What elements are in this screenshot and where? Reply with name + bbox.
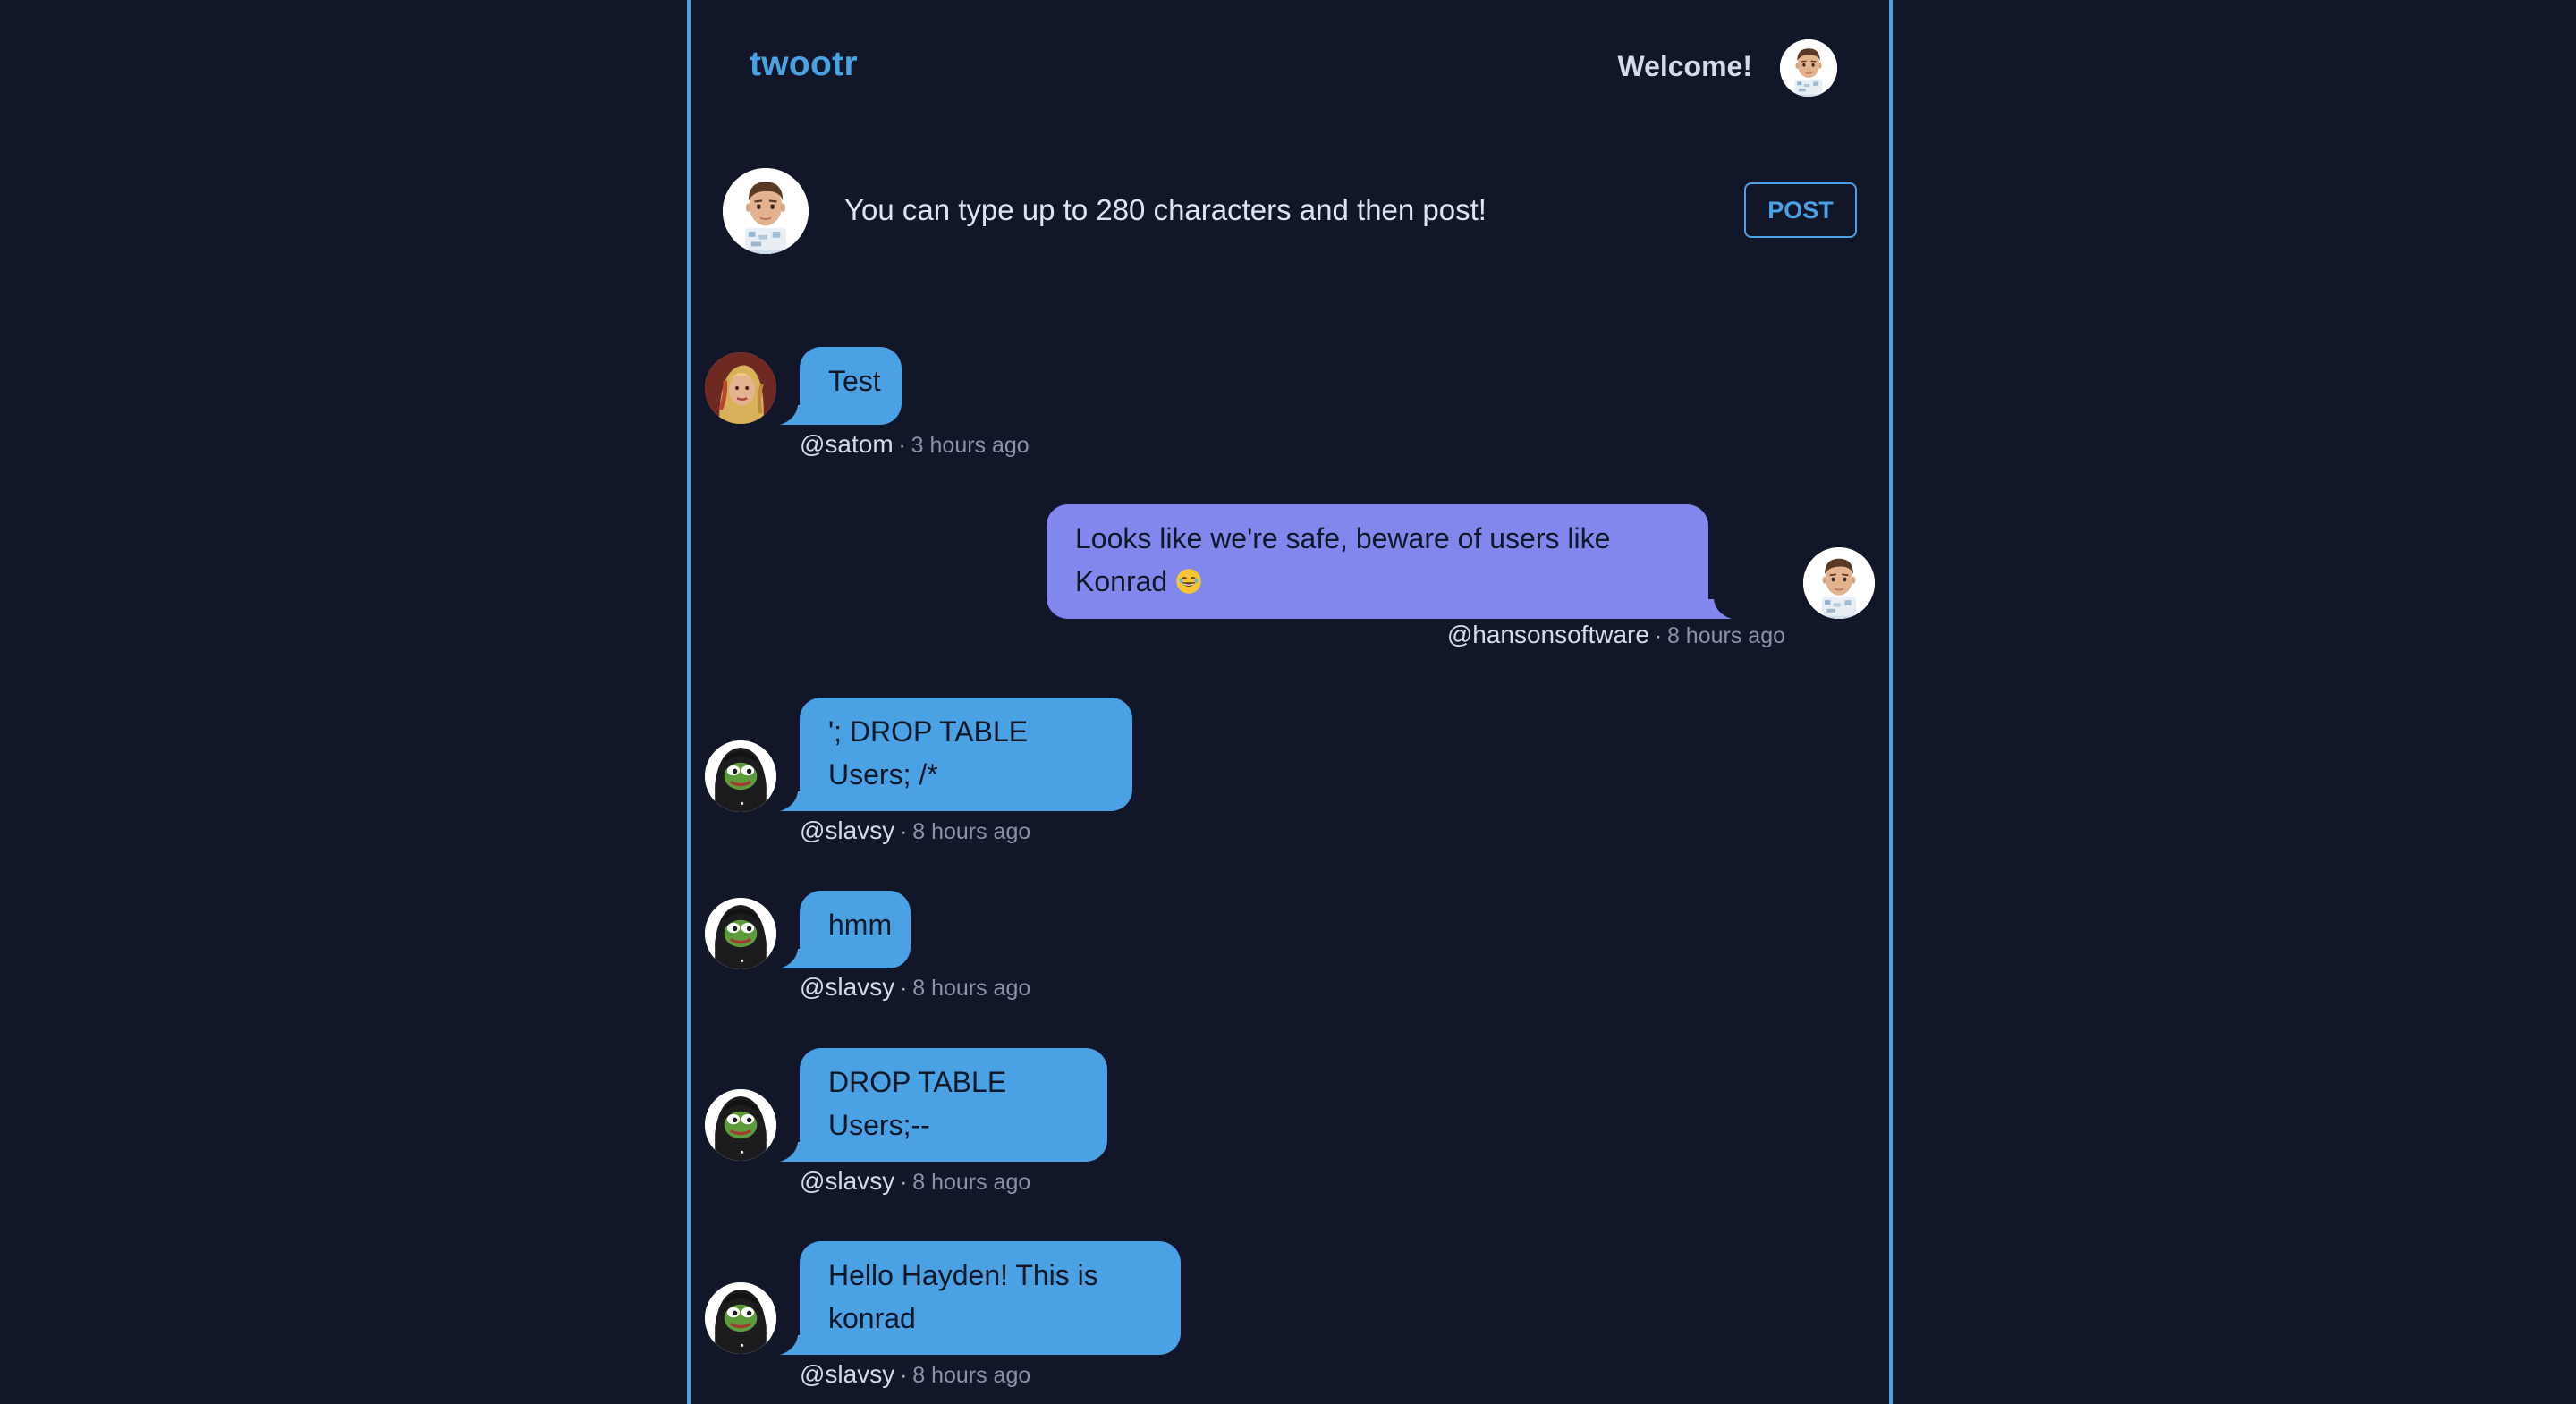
pepe-avatar-icon (705, 740, 776, 812)
author-avatar[interactable] (705, 740, 776, 812)
meta-separator: · (900, 1364, 908, 1388)
app-logo[interactable]: twootr (750, 45, 858, 84)
twoot-bubble[interactable]: Test (800, 347, 902, 425)
laughing-emoji-icon (1175, 568, 1202, 595)
meta-separator: · (900, 977, 908, 1001)
twoot-bubble[interactable]: hmm (800, 891, 911, 968)
memoji-avatar-icon (723, 168, 809, 254)
author-avatar[interactable] (1803, 547, 1875, 619)
twoot-meta: @hansonsoftware · 8 hours ago (1447, 621, 1785, 649)
author-avatar[interactable] (705, 1089, 776, 1161)
twoot-text: DROP TABLE Users;-- (828, 1066, 1007, 1141)
meta-separator: · (900, 820, 908, 844)
memoji-avatar-icon (1803, 547, 1875, 619)
twoot-bubble-own[interactable]: Looks like we're safe, beware of users l… (1046, 504, 1708, 619)
composer-avatar (723, 168, 809, 254)
meta-separator: · (898, 434, 906, 458)
twoot-meta: @satom · 3 hours ago (800, 430, 1030, 459)
twoot-text: hmm (828, 909, 893, 941)
twoot-author[interactable]: @slavsy (800, 816, 894, 844)
twoot-time: 8 hours ago (912, 976, 1031, 1001)
twoot-bubble[interactable]: DROP TABLE Users;-- (800, 1048, 1107, 1162)
pepe-avatar-icon (705, 1282, 776, 1354)
twoot-time: 8 hours ago (912, 1170, 1031, 1195)
welcome-label: Welcome! (1617, 50, 1752, 82)
twoot-meta: @slavsy · 8 hours ago (800, 973, 1030, 1002)
author-avatar[interactable] (705, 898, 776, 969)
twoot-text: Looks like we're safe, beware of users l… (1075, 522, 1611, 597)
twoot-author[interactable]: @slavsy (800, 1167, 894, 1195)
twoot-meta: @slavsy · 8 hours ago (800, 1167, 1030, 1196)
top-bar: twootr Welcome! (691, 0, 1889, 136)
twoot-time: 8 hours ago (1666, 623, 1785, 648)
twoot-text: Hello Hayden! This is konrad (828, 1259, 1098, 1334)
pepe-avatar-icon (705, 898, 776, 969)
compose-input[interactable]: You can type up to 280 characters and th… (844, 193, 1487, 227)
twoot-meta: @slavsy · 8 hours ago (800, 1360, 1030, 1389)
twoot-time: 8 hours ago (912, 1363, 1031, 1388)
twoot-author[interactable]: @hansonsoftware (1447, 621, 1649, 648)
twoot-bubble[interactable]: Hello Hayden! This is konrad (800, 1241, 1181, 1355)
twoot-meta: @slavsy · 8 hours ago (800, 816, 1030, 845)
meta-separator: · (1654, 624, 1662, 648)
twoot-time: 8 hours ago (912, 819, 1031, 844)
bubble-tail-icon (1708, 599, 1732, 619)
twoot-author[interactable]: @satom (800, 430, 894, 458)
twoot-time: 3 hours ago (911, 433, 1030, 458)
meta-separator: · (900, 1171, 908, 1195)
pepe-avatar-icon (705, 1089, 776, 1161)
twoot-author[interactable]: @slavsy (800, 973, 894, 1001)
twoot-text: Test (828, 365, 881, 397)
twoot-author[interactable]: @slavsy (800, 1360, 894, 1388)
twoot-bubble[interactable]: '; DROP TABLE Users; /* (800, 698, 1132, 811)
user-avatar[interactable] (1780, 39, 1837, 97)
author-avatar[interactable] (705, 352, 776, 424)
twoot-text: '; DROP TABLE Users; /* (828, 715, 1029, 791)
satom-avatar-icon (705, 352, 776, 424)
post-button[interactable]: POST (1744, 182, 1857, 238)
author-avatar[interactable] (705, 1282, 776, 1354)
memoji-avatar-icon (1780, 39, 1837, 97)
timeline-column: twootr Welcome! You can type up to 280 c… (687, 0, 1893, 1404)
